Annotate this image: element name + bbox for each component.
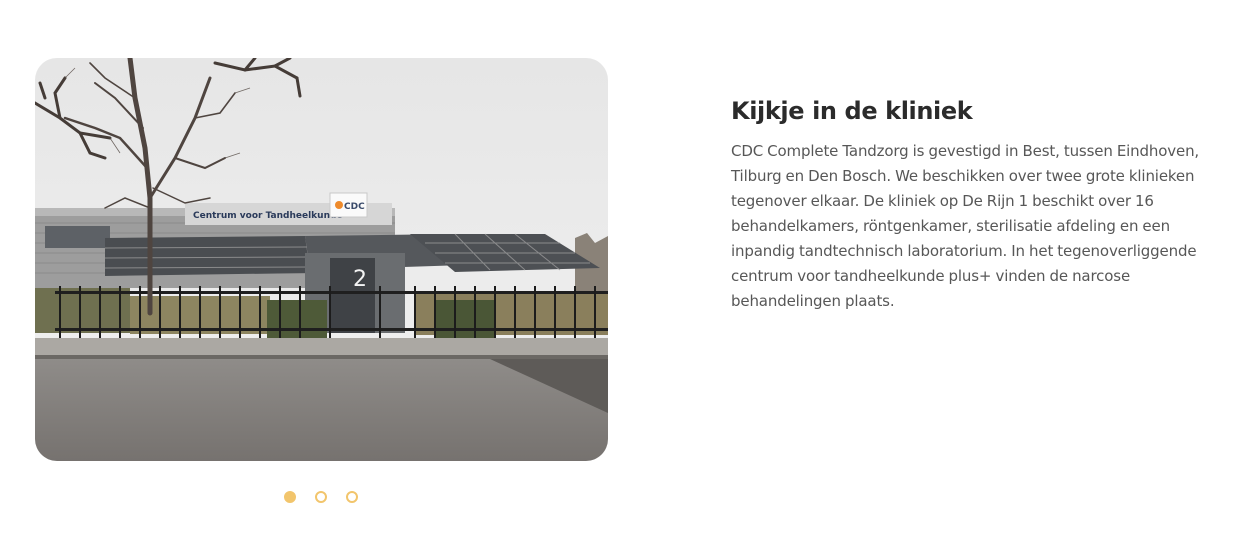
carousel-pagination (284, 491, 358, 504)
info-section: Kijkje in de kliniek CDC Complete Tandzo… (731, 94, 1211, 314)
building-sign-text: Centrum voor Tandheelkunde (193, 211, 343, 221)
image-carousel[interactable]: Centrum voor Tandheelkunde CDC 2 (35, 58, 608, 461)
section-description: CDC Complete Tandzorg is gevestigd in Be… (731, 142, 1200, 310)
carousel-dot-3[interactable] (346, 491, 358, 503)
cdc-sign-text: CDC (344, 202, 365, 212)
section-title: Kijkje in de kliniek (731, 97, 973, 125)
carousel-dot-1[interactable] (284, 491, 296, 503)
carousel-dot-2[interactable] (315, 491, 327, 503)
house-number: 2 (353, 267, 367, 292)
clinic-photo: Centrum voor Tandheelkunde CDC 2 (35, 58, 608, 461)
